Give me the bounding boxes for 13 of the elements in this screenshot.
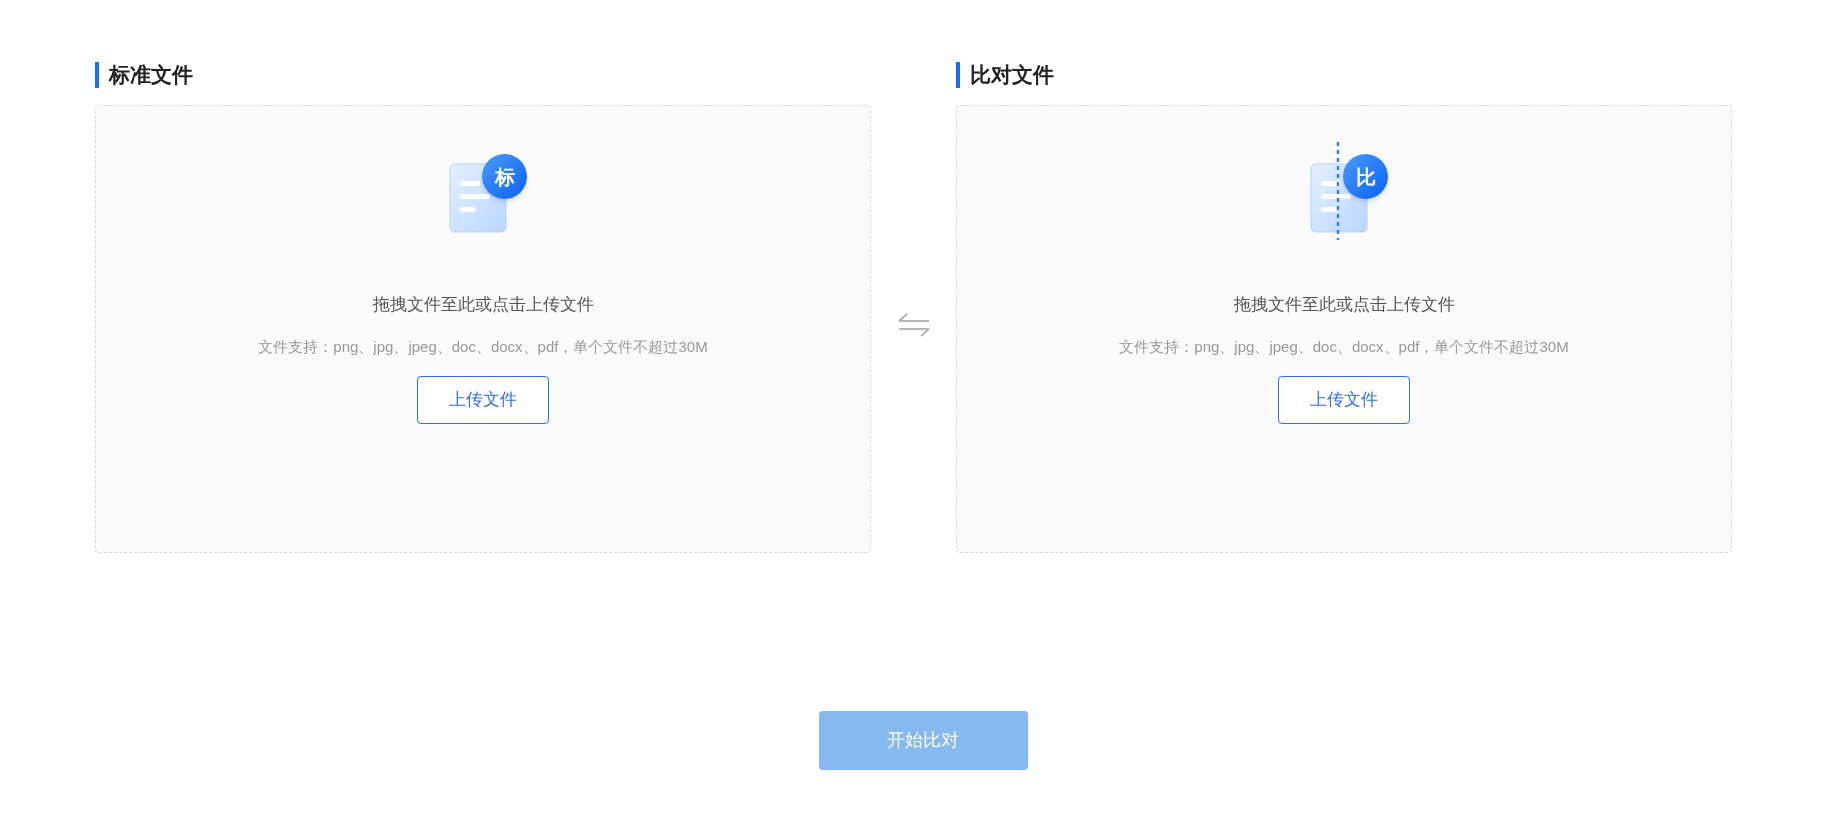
upload-button[interactable]: 上传文件	[1278, 376, 1410, 424]
file-hint: 文件支持：png、jpg、jpeg、doc、docx、pdf，单个文件不超过30M	[1119, 336, 1569, 357]
file-hint: 文件支持：png、jpg、jpeg、doc、docx、pdf，单个文件不超过30M	[258, 336, 708, 357]
upload-dropzone[interactable]: 比 拖拽文件至此或点击上传文件 文件支持：png、jpg、jpeg、doc、docx、pdf，单个文件不超过30M 上传文件	[956, 105, 1732, 553]
section-title: 标准文件	[109, 62, 193, 89]
upload-button[interactable]: 上传文件	[417, 376, 549, 424]
section-title: 比对文件	[970, 62, 1054, 89]
badge-icon: 标	[482, 154, 527, 199]
badge-icon: 比	[1343, 154, 1388, 199]
drop-prompt: 拖拽文件至此或点击上传文件	[1233, 294, 1455, 316]
drop-prompt: 拖拽文件至此或点击上传文件	[372, 294, 594, 316]
upload-dropzone[interactable]: 标 拖拽文件至此或点击上传文件 文件支持：png、jpg、jpeg、doc、docx、pdf，单个文件不超过30M 上传文件	[95, 105, 871, 553]
swap-icon[interactable]	[896, 312, 931, 338]
